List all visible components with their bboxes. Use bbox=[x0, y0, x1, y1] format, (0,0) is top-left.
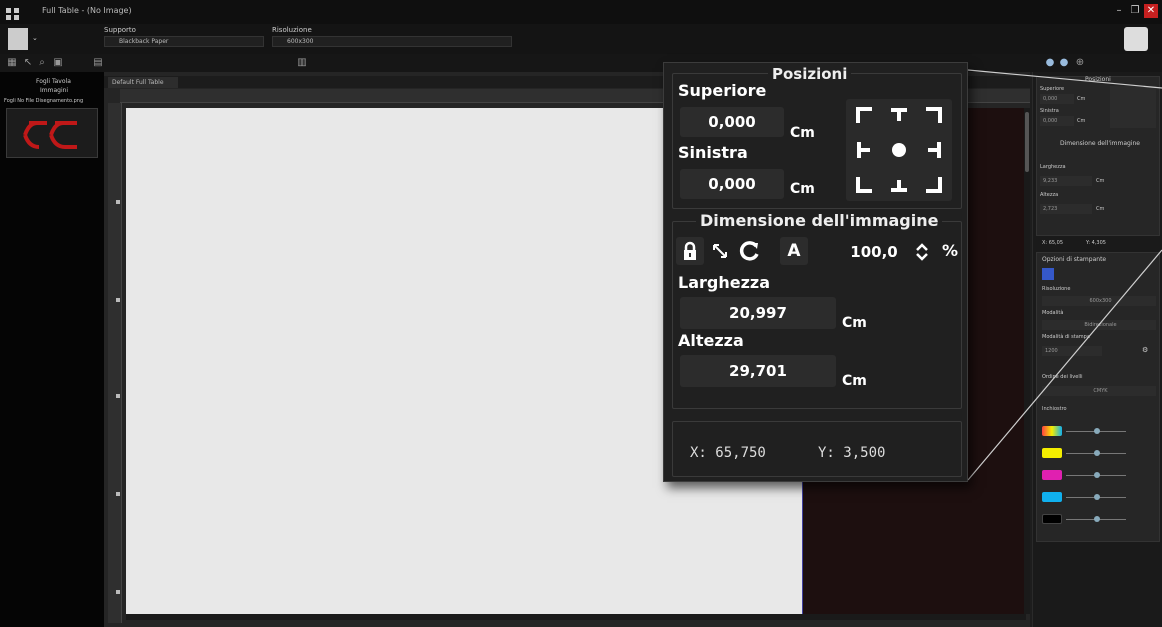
scale-percent-unit: % bbox=[942, 241, 959, 260]
anchor-middle-left-icon[interactable] bbox=[852, 137, 878, 163]
zoom-callout-lines bbox=[967, 69, 1162, 481]
zoom-larghezza-input[interactable]: 20,997 bbox=[680, 297, 836, 329]
rotate-button[interactable] bbox=[736, 237, 764, 265]
anchor-position-grid bbox=[846, 99, 952, 201]
zoom-sinistra-input[interactable]: 0,000 bbox=[680, 169, 784, 199]
lock-icon bbox=[684, 241, 696, 260]
cursor-x-coordinate: X: 65,750 bbox=[690, 445, 766, 461]
cursor-y-coordinate: Y: 3,500 bbox=[818, 445, 886, 461]
resize-diagonal-icon bbox=[713, 244, 727, 258]
zoom-sinistra-unit: Cm bbox=[790, 181, 815, 197]
anchor-top-right-icon[interactable] bbox=[920, 103, 946, 129]
anchor-bottom-left-icon[interactable] bbox=[852, 171, 878, 197]
zoom-positions-title: Posizioni bbox=[768, 65, 852, 83]
zoom-superiore-unit: Cm bbox=[790, 125, 815, 141]
anchor-bottom-center-icon[interactable] bbox=[886, 171, 912, 197]
zoom-altezza-unit: Cm bbox=[842, 373, 867, 389]
fit-size-button[interactable] bbox=[706, 237, 734, 265]
zoom-superiore-input[interactable]: 0,000 bbox=[680, 107, 784, 137]
zoomed-properties-panel: Posizioni Superiore 0,000 Cm Sinistra 0,… bbox=[663, 62, 968, 482]
zoom-image-size-title: Dimensione dell'immagine bbox=[696, 211, 943, 230]
anchor-middle-right-icon[interactable] bbox=[920, 137, 946, 163]
anchor-top-center-icon[interactable] bbox=[886, 103, 912, 129]
rotate-icon bbox=[739, 241, 759, 261]
zoom-altezza-label: Altezza bbox=[678, 331, 744, 350]
lock-aspect-button[interactable] bbox=[676, 237, 704, 265]
zoom-larghezza-unit: Cm bbox=[842, 315, 867, 331]
auto-size-button[interactable]: A bbox=[780, 237, 808, 265]
app-window: Full Table - (No Image) – ❐ ✕ ⌄ Supporto… bbox=[0, 0, 1162, 627]
zoom-larghezza-label: Larghezza bbox=[678, 273, 770, 292]
scale-spinner-icon[interactable] bbox=[914, 241, 930, 263]
scale-percent-input[interactable]: 100,0 bbox=[846, 239, 902, 265]
anchor-bottom-right-icon[interactable] bbox=[920, 171, 946, 197]
anchor-top-left-icon[interactable] bbox=[852, 103, 878, 129]
zoom-superiore-label: Superiore bbox=[678, 81, 767, 100]
zoom-altezza-input[interactable]: 29,701 bbox=[680, 355, 836, 387]
anchor-center-icon[interactable] bbox=[886, 137, 912, 163]
zoom-sinistra-label: Sinistra bbox=[678, 143, 748, 162]
